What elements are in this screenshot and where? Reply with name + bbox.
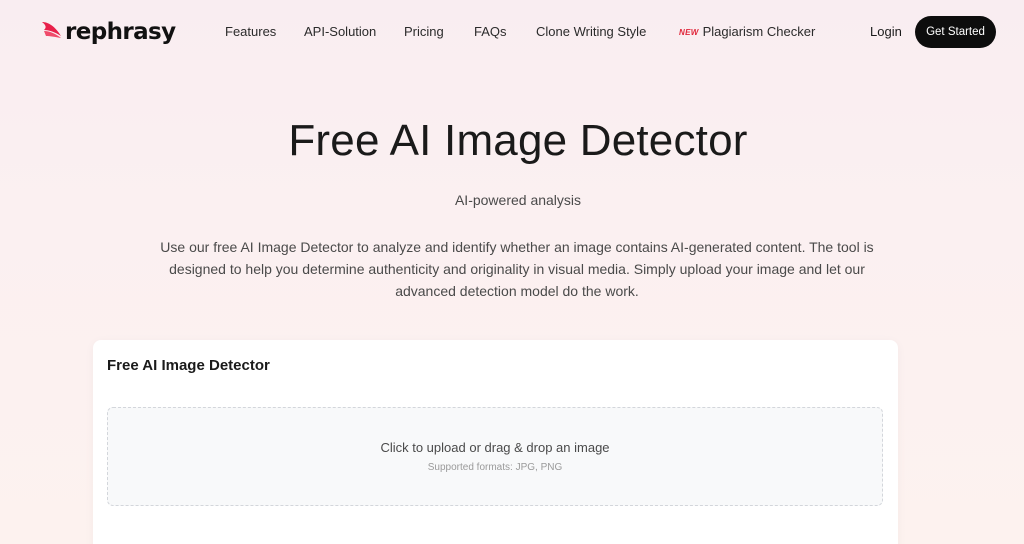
- login-link[interactable]: Login: [870, 23, 902, 41]
- nav-plagiarism-checker[interactable]: NEW Plagiarism Checker: [679, 23, 815, 42]
- hero-subtitle: AI-powered analysis: [454, 192, 582, 208]
- nav-plagiarism-checker-label: Plagiarism Checker: [702, 24, 816, 39]
- nav-features[interactable]: Features: [225, 23, 276, 41]
- card-title: Free AI Image Detector: [107, 357, 270, 374]
- supported-formats: Supported formats: JPG, PNG: [427, 462, 563, 473]
- new-badge: NEW: [679, 28, 699, 37]
- nav-pricing[interactable]: Pricing: [404, 23, 444, 41]
- page-title: Free AI Image Detector: [288, 116, 748, 165]
- image-upload-dropzone[interactable]: Click to upload or drag & drop an image …: [107, 407, 883, 506]
- get-started-button[interactable]: Get Started: [915, 16, 996, 48]
- upload-instruction: Click to upload or drag & drop an image: [380, 440, 610, 455]
- nav-clone-writing-style[interactable]: Clone Writing Style: [536, 23, 646, 41]
- logo[interactable]: rephrasy: [40, 16, 176, 48]
- hero-description: Use our free AI Image Detector to analyz…: [160, 239, 874, 299]
- nav-api-solution[interactable]: API-Solution: [304, 23, 376, 41]
- nav-faqs[interactable]: FAQs: [474, 23, 507, 41]
- detector-card: Free AI Image Detector Click to upload o…: [93, 340, 898, 544]
- feather-swoosh-icon: [42, 22, 61, 38]
- logo-text: rephrasy: [65, 19, 176, 45]
- site-header: rephrasy Features API-Solution Pricing F…: [0, 0, 1024, 64]
